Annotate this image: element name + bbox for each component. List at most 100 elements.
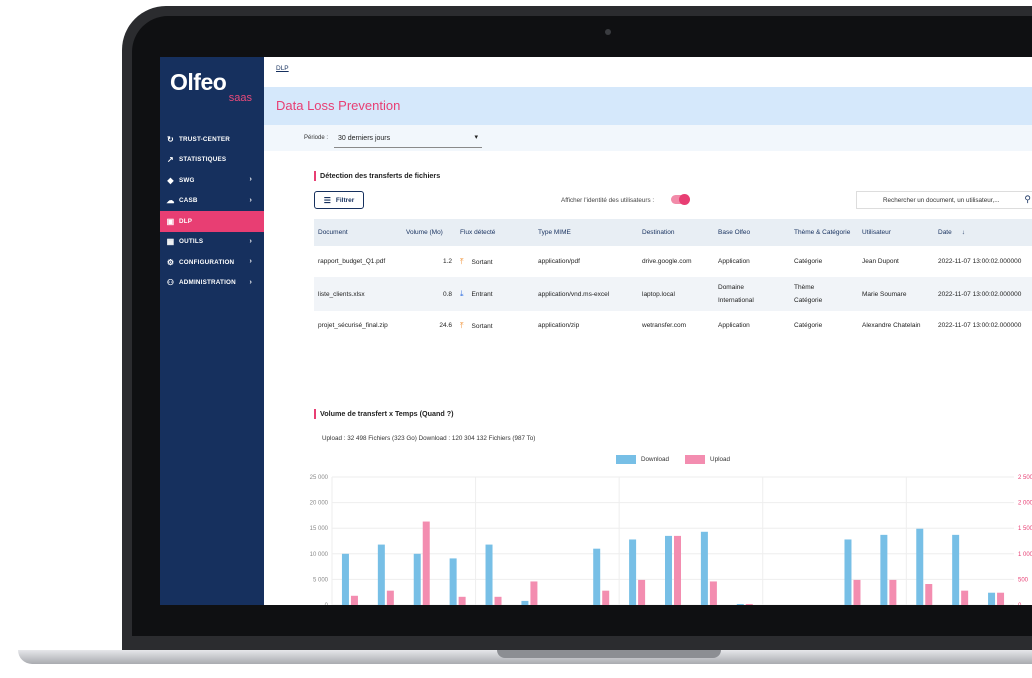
chevron-right-icon: › xyxy=(249,176,252,183)
legend-label-upload: Upload xyxy=(710,456,730,463)
sidebar-item-administration[interactable]: ⚇ ADMINISTRATION › xyxy=(160,273,264,294)
cloud-icon: ☁ xyxy=(166,196,175,206)
sidebar-item-dlp[interactable]: ▣ DLP xyxy=(160,211,264,232)
search-input[interactable]: Rechercher un document, un utilisateur,.… xyxy=(856,191,1032,209)
top-bar: DLP xyxy=(264,57,1032,87)
gear-icon: ⚙ xyxy=(166,257,175,267)
cell-destination: laptop.local xyxy=(638,277,714,311)
sidebar-item-statistiques[interactable]: ↗ STATISTIQUES xyxy=(160,150,264,171)
y-tick-label-right: 2 500 xyxy=(1018,475,1032,481)
cell-volume: 24.6 xyxy=(439,322,452,329)
table-row[interactable]: rapport_budget_Q1.pdf 1.2 ⤒ Sortant appli… xyxy=(314,246,1032,277)
cell-theme: Thème Catégorie xyxy=(790,277,858,311)
bar-upload xyxy=(386,590,394,605)
cell-mime: application/pdf xyxy=(538,258,580,265)
grid-icon: ▦ xyxy=(166,237,175,247)
legend-label-download: Download xyxy=(641,456,670,463)
bar-download xyxy=(988,592,996,605)
users-gear-icon: ⚇ xyxy=(166,278,175,288)
sidebar-item-outils[interactable]: ▦ OUTILS › xyxy=(160,232,264,253)
sidebar-item-trust-center[interactable]: ↻ TRUST-CENTER xyxy=(160,129,264,150)
sidebar-item-swg[interactable]: ◆ SWG › xyxy=(160,170,264,191)
y-tick-label: 25 000 xyxy=(310,475,329,481)
bar-download xyxy=(880,534,888,605)
col-header-user[interactable]: Utilisateur xyxy=(858,219,934,246)
y-tick-label-right: 500 xyxy=(1018,577,1029,583)
app-window: Olfeo saas ↻ TRUST-CENTER ↗ STATISTIQUES ◆ SW… xyxy=(160,57,1032,605)
sort-down-icon[interactable]: ↓ xyxy=(962,229,965,236)
sidebar-item-label: STATISTIQUES xyxy=(179,156,227,164)
caret-down-icon: ▾ xyxy=(474,134,478,141)
chart-legend: Download Upload xyxy=(616,455,730,464)
col-header-flux[interactable]: Flux détecté xyxy=(456,219,534,246)
bar-upload xyxy=(997,592,1005,605)
upload-arrow-icon: ⤒ xyxy=(460,256,464,266)
sidebar: Olfeo saas ↻ TRUST-CENTER ↗ STATISTIQUES ◆ SW… xyxy=(160,57,264,605)
bar-download xyxy=(952,534,960,605)
cell-volume: 0.8 xyxy=(402,277,456,311)
bar-download xyxy=(665,535,672,605)
sidebar-item-casb[interactable]: ☁ CASB › xyxy=(160,191,264,212)
logo-subtext: saas xyxy=(228,92,252,104)
bar-upload xyxy=(458,596,466,605)
cell-mime: application/vnd.ms-excel xyxy=(534,277,638,311)
bar-upload xyxy=(961,590,969,605)
download-arrow-icon: ⤓ xyxy=(460,289,464,298)
cell-flux-label: Sortant xyxy=(471,258,493,266)
bar-download xyxy=(736,603,744,605)
y-tick-label: 0 xyxy=(325,603,329,605)
shield-icon: ◆ xyxy=(167,175,174,185)
sidebar-item-configuration[interactable]: ⚙ CONFIGURATION › xyxy=(160,252,264,273)
refresh-icon: ↻ xyxy=(167,134,174,144)
bar-download xyxy=(916,528,924,605)
volume-section-title: Volume de transfert x Temps (Quand ?) xyxy=(314,409,454,419)
cell-date: 2022-11-07 13:00:02.000000 xyxy=(938,258,1022,265)
period-select[interactable]: 30 derniers jours ▾ xyxy=(334,131,482,148)
col-header-base[interactable]: Base Olfeo xyxy=(714,219,790,246)
cell-mime: application/zip xyxy=(538,322,580,329)
y-tick-label: 20 000 xyxy=(310,501,329,507)
period-bar: Période : 30 derniers jours ▾ xyxy=(264,125,1032,151)
col-header-mime[interactable]: Type MIME xyxy=(534,219,638,246)
bar-download xyxy=(341,553,349,605)
col-header-date-label: Date xyxy=(938,229,952,236)
bar-download xyxy=(413,553,421,605)
period-label: Période : xyxy=(304,135,329,141)
cell-theme-line: Catégorie xyxy=(794,297,823,304)
bar-upload xyxy=(602,590,610,605)
sidebar-item-label: CASB xyxy=(179,197,198,205)
bar-download xyxy=(629,539,637,605)
cell-theme-line: Thème xyxy=(794,284,815,291)
main-content: DLP Data Loss Prevention Période : 30 de… xyxy=(264,57,1032,605)
period-value: 30 derniers jours xyxy=(338,135,391,142)
brand-logo[interactable]: Olfeo saas xyxy=(170,69,256,109)
col-header-document[interactable]: Document xyxy=(314,219,402,246)
logo-text: Olfeo xyxy=(170,69,227,95)
col-header-volume[interactable]: Volume (Mo) xyxy=(402,219,456,246)
y-tick-label-right: 1 500 xyxy=(1018,526,1032,532)
col-header-theme[interactable]: Thème & Catégorie xyxy=(790,219,858,246)
identity-toggle[interactable] xyxy=(671,194,690,205)
cell-user: Marie Soumare xyxy=(858,277,934,311)
search-placeholder: Rechercher un document, un utilisateur,.… xyxy=(883,197,1000,204)
search-icon[interactable]: ⚲ xyxy=(1024,194,1031,205)
legend-swatch-download[interactable] xyxy=(616,455,636,464)
cell-flux-label: Sortant xyxy=(471,322,493,330)
upload-arrow-icon: ⤒ xyxy=(460,320,464,330)
bar-download xyxy=(521,600,529,605)
cell-document: liste_clients.xlsx xyxy=(314,277,402,311)
bar-upload xyxy=(422,521,430,605)
cell-flux: ⤒ Sortant xyxy=(456,246,534,277)
table-row[interactable]: liste_clients.xlsx 0.8 ⤓ Entrant applicat… xyxy=(314,277,1032,311)
legend-swatch-upload[interactable] xyxy=(685,455,706,464)
col-header-destination[interactable]: Destination xyxy=(638,219,714,246)
cell-base-line: Domaine xyxy=(718,284,745,291)
sidebar-item-label: DLP xyxy=(179,217,193,225)
y-tick-label: 10 000 xyxy=(310,552,329,558)
sidebar-item-label: ADMINISTRATION xyxy=(179,279,236,287)
cell-destination: drive.google.com xyxy=(642,258,692,265)
breadcrumb[interactable]: DLP xyxy=(276,65,289,72)
filter-button[interactable]: ☰ Filtrer xyxy=(314,191,364,209)
col-header-date[interactable]: Date ↓ xyxy=(934,219,1032,246)
table-row[interactable]: projet_sécurisé_final.zip 24.6 ⤒ Sortant … xyxy=(314,311,1032,340)
